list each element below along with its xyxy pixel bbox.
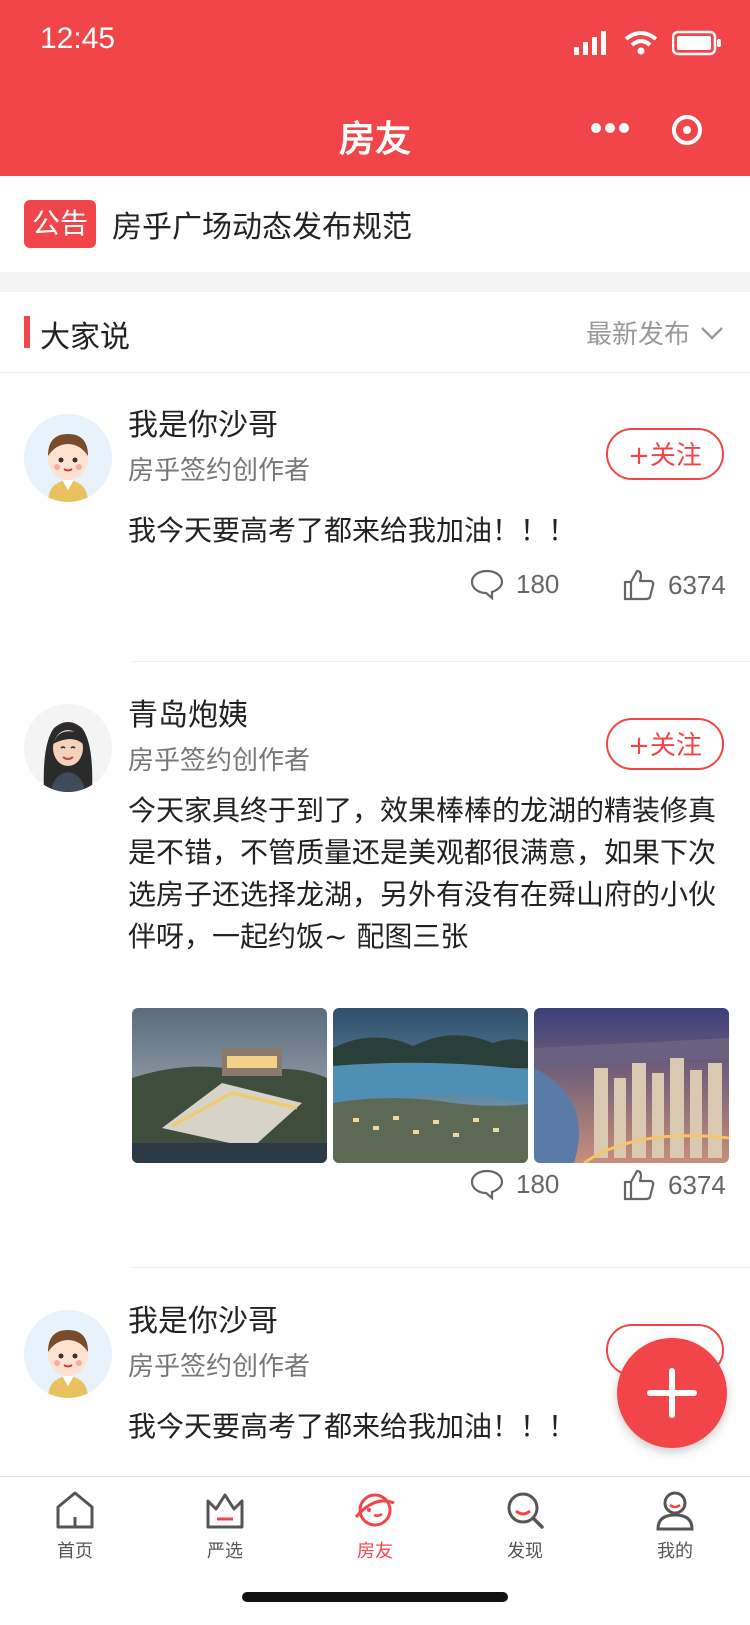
planet-icon xyxy=(354,1493,395,1527)
chevron-down-icon xyxy=(701,326,723,340)
follow-button[interactable]: +关注 xyxy=(606,718,724,770)
comment-button[interactable]: 180 xyxy=(470,568,559,600)
username[interactable]: 青岛炮姨 xyxy=(128,690,248,734)
tab-friends[interactable]: 房友 xyxy=(320,1489,430,1563)
page-title: 房友 xyxy=(338,119,411,160)
tab-label: 房友 xyxy=(357,1541,393,1562)
section-accent-bar xyxy=(24,316,30,348)
crown-icon xyxy=(206,1493,244,1529)
status-icons xyxy=(574,30,722,56)
user-subtitle: 房乎签约创作者 xyxy=(128,1352,311,1382)
post-stats: 180 6374 xyxy=(0,568,750,608)
section-header: 大家说 最新发布 xyxy=(0,292,750,373)
close-target-icon[interactable] xyxy=(672,115,702,145)
more-icon[interactable] xyxy=(590,120,630,136)
follow-button[interactable]: +关注 xyxy=(606,428,724,480)
tab-label: 发现 xyxy=(507,1541,543,1562)
post-item: 我是你沙哥 房乎签约创作者 +关注 我今天要高考了都来给我加油！！！ 180 6… xyxy=(0,372,750,662)
tab-label: 严选 xyxy=(207,1541,243,1562)
thumbs-up-icon xyxy=(623,1169,655,1201)
comment-count: 180 xyxy=(516,1168,560,1199)
home-indicator xyxy=(242,1592,508,1602)
tab-mine[interactable]: 我的 xyxy=(620,1489,730,1563)
tab-discover[interactable]: 发现 xyxy=(470,1489,580,1563)
post-photo[interactable] xyxy=(132,1008,327,1163)
username[interactable]: 我是你沙哥 xyxy=(128,1296,278,1340)
like-count: 6374 xyxy=(668,1169,726,1200)
username[interactable]: 我是你沙哥 xyxy=(128,400,278,444)
comment-icon xyxy=(470,569,504,600)
like-button[interactable]: 6374 xyxy=(622,1168,726,1202)
avatar[interactable] xyxy=(24,414,112,502)
sort-label: 最新发布 xyxy=(585,320,690,350)
post-photo[interactable] xyxy=(333,1008,528,1163)
comment-icon xyxy=(470,1169,504,1200)
post-stats: 180 6374 xyxy=(0,1168,750,1208)
avatar[interactable] xyxy=(24,704,112,792)
post-photos xyxy=(132,1008,729,1163)
tab-label: 我的 xyxy=(657,1541,693,1562)
search-icon xyxy=(507,1492,544,1529)
signal-icon xyxy=(574,31,606,55)
avatar[interactable] xyxy=(24,1310,112,1398)
post-item: 青岛炮姨 房乎签约创作者 +关注 今天家具终于到了，效果棒棒的龙湖的精装修真是不… xyxy=(0,662,750,1268)
section-title: 大家说 xyxy=(40,320,130,355)
status-time: 12:45 xyxy=(40,22,116,55)
section-gap xyxy=(0,272,750,292)
sort-dropdown[interactable]: 最新发布 xyxy=(586,314,724,351)
comment-button[interactable]: 180 xyxy=(470,1168,559,1200)
notice-bar[interactable]: 公告 房乎广场动态发布规范 xyxy=(0,176,750,272)
notice-text: 房乎广场动态发布规范 xyxy=(112,210,412,245)
like-button[interactable]: 6374 xyxy=(622,568,726,602)
user-icon xyxy=(656,1491,694,1531)
comment-count: 180 xyxy=(516,568,560,599)
wifi-icon xyxy=(624,31,658,55)
notice-tag: 公告 xyxy=(24,200,96,248)
add-post-button[interactable] xyxy=(617,1338,727,1448)
user-subtitle: 房乎签约创作者 xyxy=(128,456,311,486)
post-content[interactable]: 今天家具终于到了，效果棒棒的龙湖的精装修真是不错，不管质量还是美观都很满意，如果… xyxy=(128,790,718,958)
tab-home[interactable]: 首页 xyxy=(20,1489,130,1563)
post-photo[interactable] xyxy=(534,1008,729,1163)
home-icon xyxy=(56,1491,94,1529)
post-content[interactable]: 我今天要高考了都来给我加油！！！ xyxy=(128,510,718,552)
like-count: 6374 xyxy=(668,569,726,600)
user-subtitle: 房乎签约创作者 xyxy=(128,746,311,776)
tab-selection[interactable]: 严选 xyxy=(170,1489,280,1563)
top-bar: 12:45 房友 xyxy=(0,0,750,176)
thumbs-up-icon xyxy=(623,569,655,601)
tab-label: 首页 xyxy=(57,1541,93,1562)
tab-bar: 首页 严选 房友 发现 我的 xyxy=(0,1476,750,1625)
battery-icon xyxy=(672,30,721,56)
